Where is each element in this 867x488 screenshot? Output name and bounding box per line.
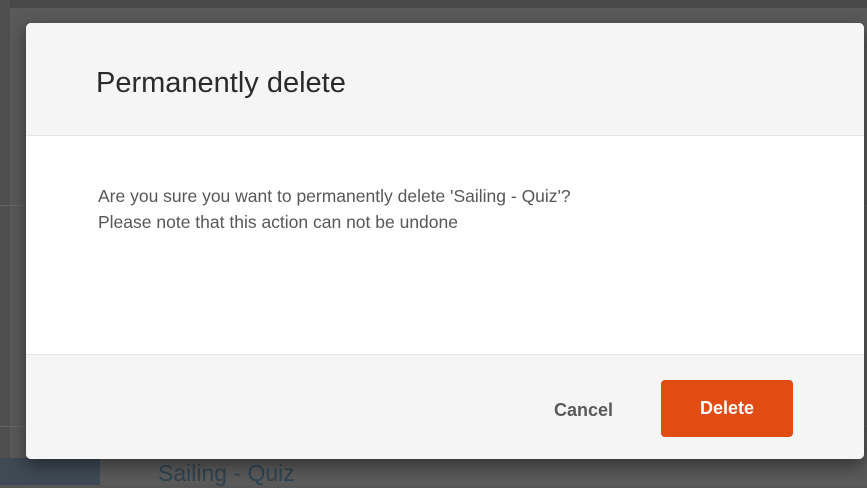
dialog-message-line: Please note that this action can not be … bbox=[98, 212, 458, 232]
background-left-panel bbox=[0, 458, 100, 485]
dialog-footer: Cancel Delete bbox=[26, 354, 864, 459]
dialog-message: Are you sure you want to permanently del… bbox=[98, 183, 818, 235]
cancel-button[interactable]: Cancel bbox=[546, 392, 621, 428]
background-item-title: Sailing - Quiz bbox=[158, 460, 295, 486]
delete-confirmation-dialog: Permanently delete Are you sure you want… bbox=[26, 23, 864, 459]
background-top-bar bbox=[0, 0, 867, 8]
dialog-body: Are you sure you want to permanently del… bbox=[26, 136, 864, 354]
dialog-message-line: Are you sure you want to permanently del… bbox=[98, 186, 571, 206]
background-sidebar bbox=[0, 0, 10, 485]
dialog-header: Permanently delete bbox=[26, 23, 864, 136]
dialog-title: Permanently delete bbox=[96, 67, 346, 99]
delete-button[interactable]: Delete bbox=[661, 380, 793, 437]
